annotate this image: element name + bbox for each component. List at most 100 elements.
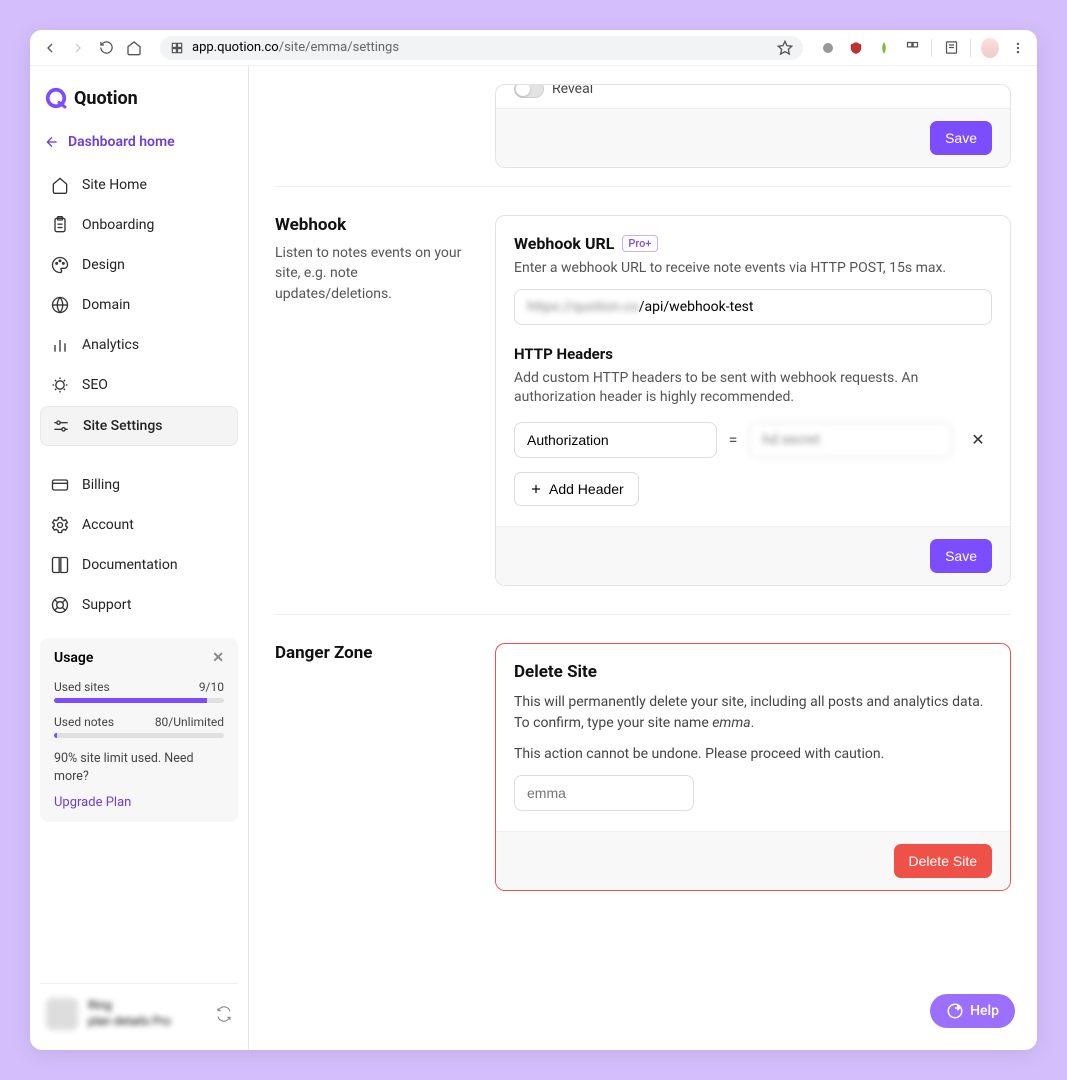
delete-site-text-2: This action cannot be undone. Please pro… [514,744,992,765]
usage-notes-value: 80/Unlimited [155,715,224,729]
home-icon [50,175,70,195]
help-label: Help [970,1003,999,1019]
save-button[interactable]: Save [930,121,992,155]
help-icon [946,1002,964,1020]
site-info-icon [170,41,184,55]
delete-site-title: Delete Site [514,662,992,682]
usage-message: 90% site limit used. Need more? [54,750,224,785]
header-key-input[interactable] [514,422,717,458]
nav-account[interactable]: Account [40,506,238,544]
main-content: Reveal Save Webhook Listen to notes even… [249,66,1037,1050]
nav-label: Documentation [82,557,178,573]
forward-button[interactable] [68,38,88,58]
nav-label: Design [82,257,125,273]
save-button[interactable]: Save [930,539,992,573]
browser-toolbar: app.quotion.co/site/emma/settings [30,30,1037,66]
help-button[interactable]: Help [930,994,1015,1028]
add-header-button[interactable]: Add Header [514,472,639,506]
nav-site-home[interactable]: Site Home [40,166,238,204]
star-icon[interactable] [777,40,793,56]
usage-close-icon[interactable]: ✕ [212,650,224,666]
home-button[interactable] [124,38,144,58]
nav-analytics[interactable]: Analytics [40,326,238,364]
url-bar[interactable]: app.quotion.co/site/emma/settings [160,36,803,60]
plus-icon [529,482,543,496]
usage-card: Usage ✕ Used sites 9/10 Used notes 80/Unli… [40,638,238,822]
ext-icon-1[interactable] [819,39,837,57]
equals-sign: = [729,430,738,449]
nav-onboarding[interactable]: Onboarding [40,206,238,244]
user-info: Ring plan details Pro [88,998,206,1029]
http-headers-label: HTTP Headers [514,345,992,363]
delete-site-text-1: This will permanently delete your site, … [514,692,992,734]
extensions-icon[interactable] [903,39,921,57]
lifebuoy-icon [50,595,70,615]
reveal-toggle-row: Reveal [514,84,992,98]
reveal-label: Reveal [552,84,593,97]
arrow-left-icon [44,134,60,150]
logo-icon [44,86,68,110]
usage-title: Usage [54,650,93,666]
remove-header-icon[interactable]: ✕ [964,430,992,449]
usage-sites-label: Used sites [54,680,110,694]
palette-icon [50,255,70,275]
nav-label: Billing [82,477,120,493]
usage-notes-bar [54,733,57,738]
nav-label: SEO [82,377,108,393]
sidebar: Quotion Dashboard home Site Home Onboard… [30,66,249,1050]
usage-sites-bar [54,698,207,703]
sliders-icon [51,416,71,436]
logo-text: Quotion [74,88,138,109]
ext-icon-3[interactable] [875,39,893,57]
logo[interactable]: Quotion [40,86,238,126]
card-icon [50,475,70,495]
ext-icon-2[interactable] [847,39,865,57]
danger-zone-title: Danger Zone [275,643,475,663]
nav-documentation[interactable]: Documentation [40,546,238,584]
reload-button[interactable] [96,38,116,58]
sync-icon[interactable] [216,1006,232,1022]
nav-label: Site Settings [83,418,163,434]
usage-sites-value: 9/10 [199,680,224,694]
delete-site-button[interactable]: Delete Site [894,844,992,878]
nav-label: Account [82,517,134,533]
reader-icon[interactable] [942,39,960,57]
pro-badge: Pro+ [622,235,657,252]
chart-icon [50,335,70,355]
url-text: app.quotion.co/site/emma/settings [192,40,399,55]
nav-seo[interactable]: SEO [40,366,238,404]
book-icon [50,555,70,575]
nav-design[interactable]: Design [40,246,238,284]
nav-support[interactable]: Support [40,586,238,624]
webhook-url-input[interactable]: https://quotion.co/api/webhook-test [514,289,992,325]
dashboard-home-link[interactable]: Dashboard home [40,126,238,166]
gear-icon [50,515,70,535]
nav-label: Domain [82,297,130,313]
webhook-desc: Listen to notes events on your site, e.g… [275,243,475,304]
back-button[interactable] [40,38,60,58]
nav-label: Analytics [82,337,139,353]
dashboard-home-label: Dashboard home [68,134,175,150]
webhook-url-desc: Enter a webhook URL to receive note even… [514,259,992,279]
webhook-title: Webhook [275,215,475,235]
add-header-label: Add Header [549,481,624,497]
profile-avatar[interactable] [981,39,999,57]
user-footer[interactable]: Ring plan details Pro [40,983,238,1030]
header-value-input[interactable]: hd secret [749,422,952,458]
clipboard-icon [50,215,70,235]
delete-confirm-input[interactable] [514,775,694,811]
nav-billing[interactable]: Billing [40,466,238,504]
seo-icon [50,375,70,395]
menu-icon[interactable] [1009,39,1027,57]
nav-site-settings[interactable]: Site Settings [40,406,238,446]
nav-label: Onboarding [82,217,154,233]
http-headers-desc: Add custom HTTP headers to be sent with … [514,369,992,408]
upgrade-plan-link[interactable]: Upgrade Plan [54,795,224,810]
nav-label: Support [82,597,131,613]
nav-label: Site Home [82,177,147,193]
globe-icon [50,295,70,315]
user-avatar [46,998,78,1030]
usage-notes-label: Used notes [54,715,114,729]
reveal-toggle[interactable] [514,84,544,98]
nav-domain[interactable]: Domain [40,286,238,324]
